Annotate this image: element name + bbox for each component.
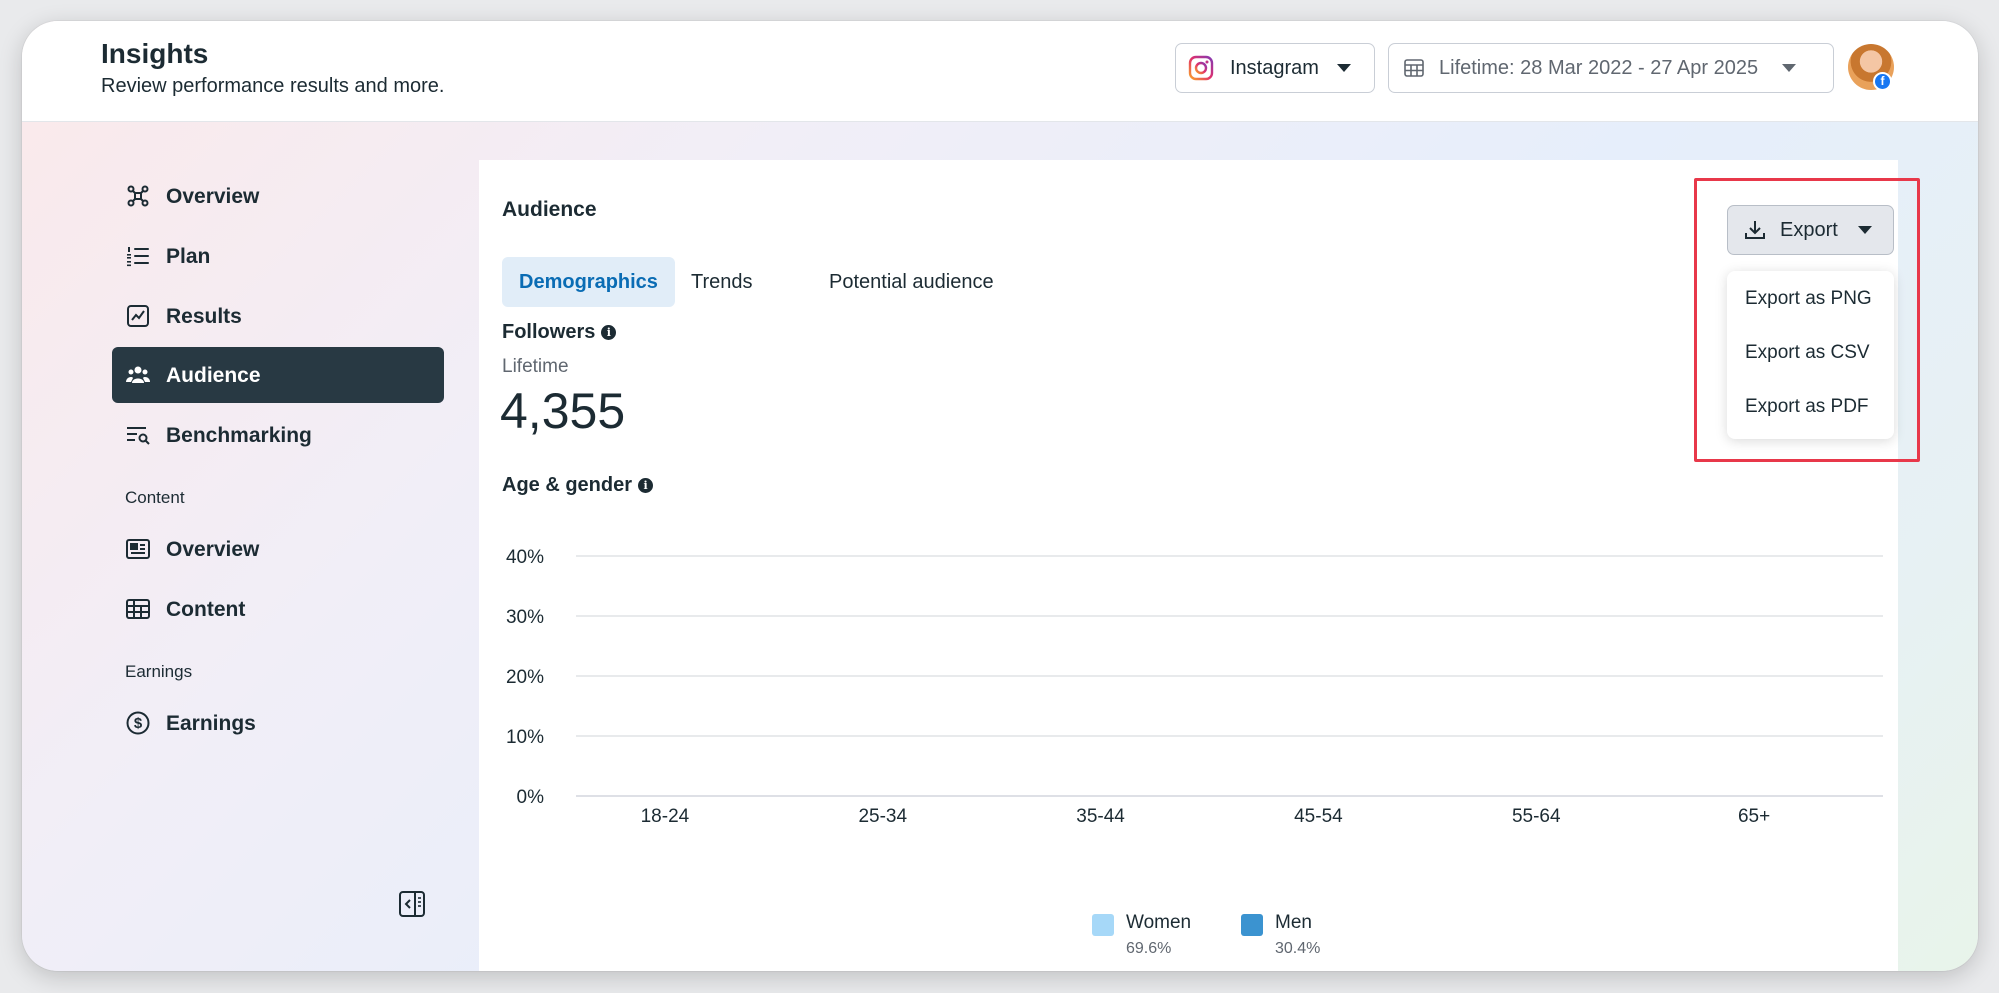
- x-tick-label: 55-64: [1512, 806, 1561, 827]
- sidebar-item-audience[interactable]: Audience: [112, 347, 444, 403]
- app-window: Insights Review performance results and …: [22, 21, 1978, 971]
- sidebar-item-earnings[interactable]: $ Earnings: [112, 695, 444, 751]
- followers-count: 4,355: [500, 383, 626, 439]
- page-subtitle: Review performance results and more.: [101, 75, 445, 97]
- sidebar-item-results[interactable]: Results: [112, 288, 444, 344]
- legend-swatch-women: [1092, 914, 1114, 936]
- list-search-icon: [127, 427, 150, 445]
- svg-text:$: $: [134, 715, 143, 732]
- sidebar-collapse-icon[interactable]: [398, 890, 426, 918]
- info-icon[interactable]: i: [638, 478, 654, 493]
- tab-trends[interactable]: Trends: [674, 257, 770, 307]
- download-icon: [1745, 221, 1765, 239]
- sidebar-item-benchmarking[interactable]: Benchmarking: [112, 407, 444, 463]
- sidebar-item-overview[interactable]: Overview: [112, 168, 444, 224]
- legend-label: Women: [1126, 912, 1192, 933]
- y-tick-label: 0%: [517, 787, 545, 808]
- export-button[interactable]: Export: [1727, 205, 1894, 255]
- x-tick-label: 45-54: [1294, 806, 1343, 827]
- y-tick-label: 40%: [506, 547, 544, 568]
- sidebar-item-content-overview[interactable]: Overview: [112, 521, 444, 577]
- menu-item-export-pdf[interactable]: Export as PDF: [1745, 396, 1869, 418]
- sidebar-item-plan[interactable]: Plan: [112, 228, 444, 284]
- date-range-select[interactable]: Lifetime: 28 Mar 2022 - 27 Apr 2025: [1388, 43, 1834, 93]
- x-tick-label: 35-44: [1076, 806, 1125, 827]
- numbered-list-icon: [127, 247, 149, 267]
- legend-swatch-men: [1241, 914, 1263, 936]
- export-label: Export: [1780, 218, 1838, 241]
- audience-card: Audience Demographics Trends Potential a…: [479, 160, 1898, 971]
- x-tick-label: 25-34: [858, 806, 907, 827]
- dollar-circle-icon: $: [126, 711, 150, 735]
- menu-item-export-csv[interactable]: Export as CSV: [1745, 342, 1870, 364]
- sidebar-item-label: Overview: [166, 185, 260, 208]
- calendar-grid-icon: [1404, 59, 1424, 77]
- followers-title: Followers: [502, 321, 596, 343]
- chevron-down-icon: [1336, 64, 1351, 72]
- sidebar-item-label: Earnings: [166, 712, 256, 735]
- people-icon: [126, 366, 150, 383]
- y-tick-label: 10%: [506, 727, 544, 748]
- sidebar-item-content[interactable]: Content: [112, 581, 444, 637]
- section-label-content: Content: [125, 488, 185, 507]
- sidebar-item-label: Content: [166, 598, 246, 621]
- legend-share: 30.4%: [1275, 940, 1321, 957]
- sidebar-item-label: Audience: [166, 364, 261, 387]
- chart-heading: Age & gender i: [502, 474, 654, 497]
- y-tick-label: 20%: [506, 667, 544, 688]
- x-tick-label: 18-24: [641, 806, 690, 827]
- sidebar-item-label: Results: [166, 305, 242, 328]
- sidebar-item-label: Overview: [166, 538, 260, 561]
- line-chart-icon: [127, 305, 149, 327]
- tab-potential-audience[interactable]: Potential audience: [812, 257, 1011, 307]
- table-icon: [126, 599, 150, 619]
- age-gender-chart: 40% 30% 20% 10% 0% 18-24 25-34 35-44 45-54 55-64 6…: [506, 547, 1883, 827]
- date-range-label: Lifetime: 28 Mar 2022 - 27 Apr 2025: [1439, 56, 1759, 79]
- tab-demographics[interactable]: Demographics: [502, 257, 675, 307]
- x-tick-label: 65+: [1738, 806, 1770, 827]
- chevron-down-icon: [1782, 64, 1797, 72]
- platform-label: Instagram: [1230, 56, 1319, 79]
- network-icon: [127, 185, 149, 207]
- y-tick-label: 30%: [506, 607, 544, 628]
- instagram-icon: [1188, 55, 1214, 81]
- legend-label: Men: [1275, 912, 1312, 933]
- chevron-down-icon: [1857, 226, 1872, 234]
- card-title: Audience: [502, 198, 597, 221]
- top-bar: Insights Review performance results and …: [22, 21, 1978, 122]
- followers-heading: Followers i: [502, 321, 617, 344]
- chart-title: Age & gender: [502, 474, 633, 496]
- facebook-badge-icon: f: [1873, 72, 1892, 91]
- sidebar-item-label: Plan: [166, 245, 211, 268]
- platform-select[interactable]: Instagram: [1175, 43, 1375, 93]
- legend-share: 69.6%: [1126, 940, 1172, 957]
- followers-period: Lifetime: [502, 356, 569, 377]
- info-icon[interactable]: i: [601, 325, 617, 340]
- sidebar-item-label: Benchmarking: [166, 424, 312, 447]
- export-menu: Export as PNG Export as CSV Export as PD…: [1727, 271, 1894, 439]
- section-label-earnings: Earnings: [125, 662, 193, 681]
- page-title: Insights: [101, 38, 209, 69]
- newspaper-icon: [126, 539, 150, 559]
- menu-item-export-png[interactable]: Export as PNG: [1745, 288, 1872, 310]
